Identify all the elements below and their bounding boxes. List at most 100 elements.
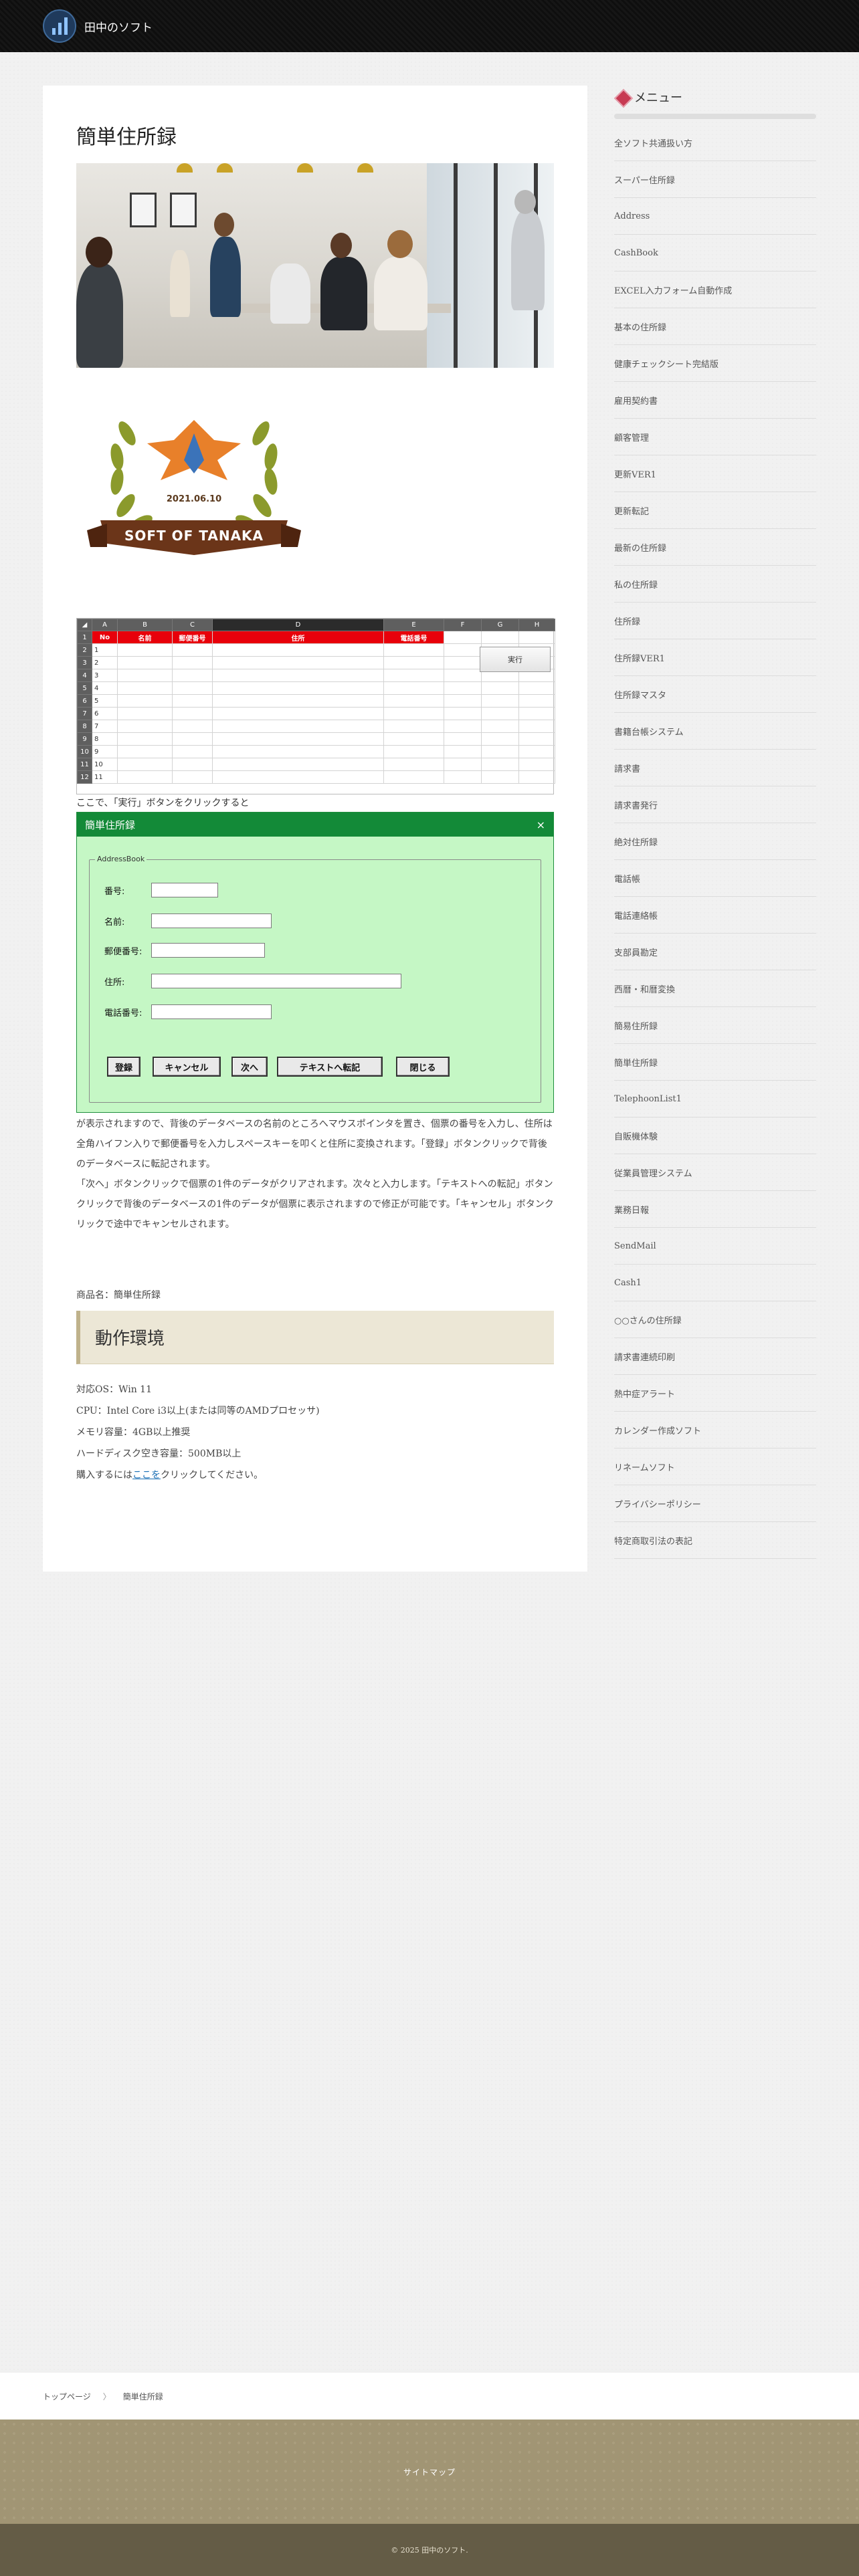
- postal-field[interactable]: [151, 943, 265, 958]
- table-cell[interactable]: [172, 732, 213, 746]
- table-cell[interactable]: [481, 694, 519, 708]
- table-cell[interactable]: [481, 707, 519, 720]
- table-cell[interactable]: [117, 732, 173, 746]
- table-cell[interactable]: [383, 669, 444, 682]
- table-cell[interactable]: 10: [92, 758, 118, 771]
- cancel-button[interactable]: キャンセル: [153, 1057, 221, 1077]
- sidebar-menu-item[interactable]: 簡単住所録: [614, 1044, 816, 1081]
- sidebar-menu-item[interactable]: 熱中症アラート: [614, 1375, 816, 1412]
- sidebar-menu-item[interactable]: 自販機体験: [614, 1117, 816, 1154]
- table-cell[interactable]: [518, 745, 555, 758]
- table-cell[interactable]: [444, 732, 482, 746]
- sidebar-menu-item[interactable]: 請求書: [614, 750, 816, 786]
- sidebar-menu-item[interactable]: 更新VER1: [614, 455, 816, 492]
- col-header[interactable]: H: [518, 619, 555, 631]
- table-cell[interactable]: [481, 681, 519, 695]
- table-cell[interactable]: 1: [92, 643, 118, 657]
- table-cell[interactable]: [444, 707, 482, 720]
- number-field[interactable]: [151, 883, 218, 897]
- col-header[interactable]: G: [481, 619, 519, 631]
- table-cell[interactable]: [444, 770, 482, 784]
- sidebar-menu-item[interactable]: 住所録VER1: [614, 639, 816, 676]
- sidebar-menu-item[interactable]: 健康チェックシート完結版: [614, 345, 816, 382]
- phone-field[interactable]: [151, 1004, 272, 1019]
- table-cell[interactable]: [383, 770, 444, 784]
- table-cell[interactable]: [383, 758, 444, 771]
- sidebar-menu-item[interactable]: リネームソフト: [614, 1448, 816, 1485]
- col-header[interactable]: A: [92, 619, 118, 631]
- sidebar-menu-item[interactable]: 請求書発行: [614, 786, 816, 823]
- table-cell[interactable]: [383, 694, 444, 708]
- register-button[interactable]: 登録: [107, 1057, 140, 1077]
- sidebar-menu-item[interactable]: CashBook: [614, 235, 816, 272]
- table-cell[interactable]: [212, 720, 384, 733]
- table-cell[interactable]: [172, 694, 213, 708]
- sidebar-menu-item[interactable]: プライバシーポリシー: [614, 1485, 816, 1522]
- table-cell[interactable]: [212, 669, 384, 682]
- sidebar-menu-item[interactable]: 書籍台帳システム: [614, 713, 816, 750]
- table-cell[interactable]: [117, 643, 173, 657]
- table-cell[interactable]: [212, 707, 384, 720]
- table-cell[interactable]: [518, 732, 555, 746]
- sidebar-menu-item[interactable]: 全ソフト共通扱い方: [614, 124, 816, 161]
- table-cell[interactable]: [518, 770, 555, 784]
- table-cell[interactable]: [518, 720, 555, 733]
- sidebar-menu-item[interactable]: 基本の住所録: [614, 308, 816, 345]
- table-cell[interactable]: [172, 745, 213, 758]
- table-cell[interactable]: [444, 720, 482, 733]
- table-cell[interactable]: [212, 770, 384, 784]
- table-cell[interactable]: [172, 656, 213, 669]
- table-cell[interactable]: [481, 758, 519, 771]
- sidebar-menu-item[interactable]: ○○さんの住所録: [614, 1301, 816, 1338]
- table-cell[interactable]: 5: [92, 694, 118, 708]
- table-cell[interactable]: 電話番号: [383, 631, 444, 644]
- table-cell[interactable]: 9: [92, 745, 118, 758]
- table-cell[interactable]: [212, 643, 384, 657]
- sidebar-menu-item[interactable]: 請求書連続印刷: [614, 1338, 816, 1375]
- purchase-link[interactable]: ここを: [132, 1470, 161, 1481]
- to-text-button[interactable]: テキストへ転記: [277, 1057, 383, 1077]
- select-all-corner[interactable]: ◢: [77, 619, 92, 631]
- col-header[interactable]: B: [117, 619, 173, 631]
- table-cell[interactable]: [383, 720, 444, 733]
- table-cell[interactable]: 6: [92, 707, 118, 720]
- table-cell[interactable]: [518, 694, 555, 708]
- table-cell[interactable]: [172, 643, 213, 657]
- table-cell[interactable]: 2: [92, 656, 118, 669]
- table-cell[interactable]: [518, 681, 555, 695]
- sidebar-menu-item[interactable]: SendMail: [614, 1228, 816, 1265]
- sidebar-menu-item[interactable]: 西暦・和暦変換: [614, 970, 816, 1007]
- table-cell[interactable]: [212, 694, 384, 708]
- table-cell[interactable]: [117, 720, 173, 733]
- table-cell[interactable]: [212, 732, 384, 746]
- table-cell[interactable]: 11: [92, 770, 118, 784]
- table-cell[interactable]: [212, 745, 384, 758]
- table-cell[interactable]: [172, 770, 213, 784]
- sidebar-menu-item[interactable]: 私の住所録: [614, 566, 816, 603]
- sidebar-menu-item[interactable]: 雇用契約書: [614, 382, 816, 419]
- sidebar-menu-item[interactable]: 支部員勘定: [614, 934, 816, 970]
- table-cell[interactable]: [117, 770, 173, 784]
- sidebar-menu-item[interactable]: Address: [614, 198, 816, 235]
- sidebar-menu-item[interactable]: 電話連絡帳: [614, 897, 816, 934]
- close-icon[interactable]: ×: [537, 819, 545, 831]
- table-cell[interactable]: [212, 656, 384, 669]
- table-cell[interactable]: 住所: [212, 631, 384, 644]
- table-cell[interactable]: [172, 681, 213, 695]
- table-cell[interactable]: No: [92, 631, 118, 644]
- table-cell[interactable]: [444, 758, 482, 771]
- sidebar-menu-item[interactable]: TelephoonList1: [614, 1081, 816, 1117]
- sidebar-menu-item[interactable]: Cash1: [614, 1265, 816, 1301]
- table-cell[interactable]: [383, 681, 444, 695]
- sidebar-menu-item[interactable]: 絶対住所録: [614, 823, 816, 860]
- table-cell[interactable]: [444, 656, 482, 669]
- breadcrumb-home-link[interactable]: トップページ: [43, 2391, 91, 2402]
- table-cell[interactable]: 7: [92, 720, 118, 733]
- table-cell[interactable]: [444, 681, 482, 695]
- sidebar-menu-item[interactable]: 住所録マスタ: [614, 676, 816, 713]
- col-header[interactable]: F: [444, 619, 482, 631]
- next-button[interactable]: 次へ: [231, 1057, 268, 1077]
- table-cell[interactable]: 4: [92, 681, 118, 695]
- table-cell[interactable]: [481, 770, 519, 784]
- table-cell[interactable]: [117, 694, 173, 708]
